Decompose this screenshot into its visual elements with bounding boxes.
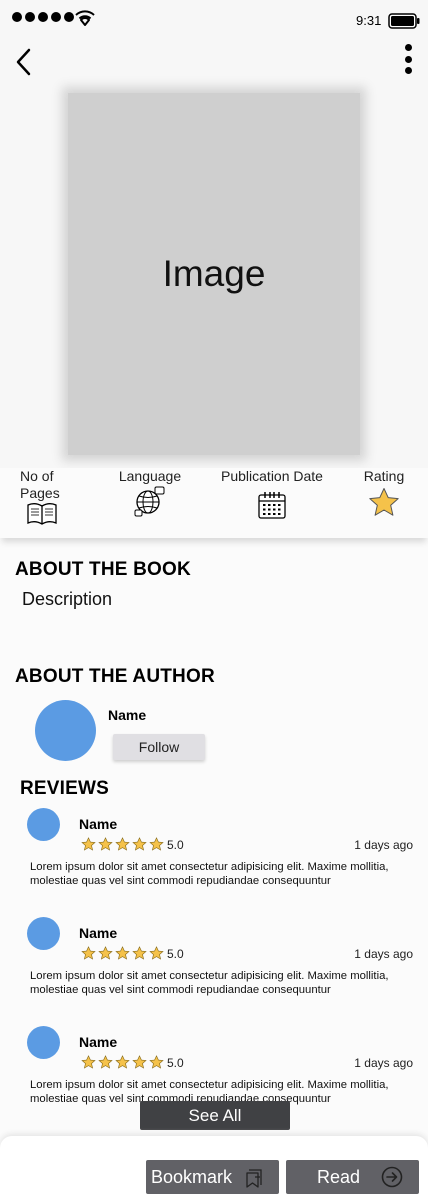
- calendar-icon: [258, 492, 286, 519]
- star-icon: [149, 1055, 164, 1069]
- star-icon: [149, 837, 164, 851]
- review-item: Name 5.0 1 days ago Lorem ipsum dolor si…: [0, 808, 428, 908]
- review-time: 1 days ago: [354, 947, 413, 961]
- book-cover-image: Image: [68, 93, 360, 455]
- author-avatar[interactable]: [35, 700, 96, 761]
- signal-icon: [12, 12, 74, 22]
- review-text: Lorem ipsum dolor sit amet consectetur a…: [30, 970, 389, 996]
- follow-button[interactable]: Follow: [113, 734, 205, 760]
- battery-icon: [388, 13, 420, 29]
- review-stars: [81, 946, 164, 960]
- bookmark-label: Bookmark: [151, 1166, 233, 1187]
- status-time: 9:31: [356, 13, 382, 28]
- review-stars: [81, 837, 164, 851]
- review-time: 1 days ago: [354, 838, 413, 852]
- review-time: 1 days ago: [354, 1056, 413, 1070]
- globe-icon: [134, 486, 165, 517]
- review-stars: [81, 1055, 164, 1069]
- star-icon: [81, 1055, 96, 1069]
- review-item: Name 5.0 1 days ago Lorem ipsum dolor si…: [0, 917, 428, 1017]
- see-all-button[interactable]: See All: [140, 1101, 290, 1130]
- pages-label: No of Pages: [20, 468, 60, 501]
- rating-label: Rating: [363, 468, 405, 484]
- about-author-heading: ABOUT THE AUTHOR: [15, 666, 215, 687]
- reviewer-name: Name: [79, 1034, 118, 1050]
- star-icon: [115, 837, 130, 851]
- author-name[interactable]: Name: [108, 707, 146, 723]
- star-icon: [132, 837, 147, 851]
- info-pages: No of Pages: [20, 468, 64, 526]
- reviewer-avatar: [27, 917, 60, 950]
- info-language: Language: [110, 468, 190, 517]
- read-label: Read: [317, 1166, 361, 1187]
- star-icon: [115, 946, 130, 960]
- read-button[interactable]: Read: [286, 1160, 419, 1194]
- star-icon: [98, 837, 113, 851]
- star-icon: [149, 946, 164, 960]
- star-icon: [81, 837, 96, 851]
- star-icon: [115, 1055, 130, 1069]
- arrow-right-icon: [381, 1166, 403, 1188]
- bookmark-icon: [246, 1169, 262, 1188]
- reviewer-avatar: [27, 1026, 60, 1059]
- star-icon: [98, 946, 113, 960]
- about-book-heading: ABOUT THE BOOK: [15, 559, 191, 580]
- book-description: Description: [22, 589, 113, 609]
- review-score: 5.0: [167, 947, 184, 961]
- review-score: 5.0: [167, 838, 184, 852]
- reviews-heading: REVIEWS: [20, 778, 110, 799]
- review-score: 5.0: [167, 1056, 184, 1070]
- reviewer-name: Name: [79, 816, 118, 832]
- more-icon[interactable]: [398, 42, 418, 76]
- reviewer-name: Name: [79, 925, 118, 941]
- book-info-row: No of Pages Language Publication Date Ra…: [0, 468, 428, 538]
- bottom-action-bar: Bookmark Read: [0, 1136, 428, 1194]
- star-icon: [369, 488, 399, 516]
- reviewer-avatar: [27, 808, 60, 841]
- cover-placeholder-text: Image: [162, 253, 266, 294]
- book-icon: [27, 503, 57, 525]
- status-bar: 9:31: [0, 0, 428, 38]
- star-icon: [132, 1055, 147, 1069]
- star-icon: [98, 1055, 113, 1069]
- star-icon: [81, 946, 96, 960]
- wifi-icon: [75, 10, 95, 26]
- pubdate-label: Publication Date: [221, 468, 323, 484]
- bookmark-button[interactable]: Bookmark: [146, 1160, 279, 1194]
- language-label: Language: [118, 468, 182, 484]
- star-icon: [132, 946, 147, 960]
- info-publication-date: Publication Date: [214, 468, 330, 520]
- review-text: Lorem ipsum dolor sit amet consectetur a…: [30, 861, 389, 887]
- info-rating: Rating: [358, 468, 410, 517]
- back-icon[interactable]: [12, 48, 36, 76]
